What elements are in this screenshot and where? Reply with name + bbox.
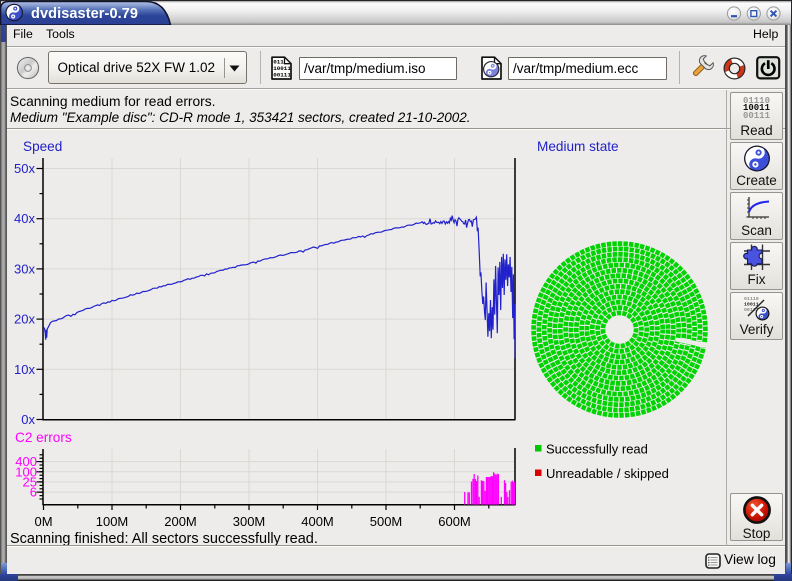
svg-text:0M: 0M [34, 514, 52, 529]
svg-text:300M: 300M [233, 514, 266, 529]
svg-text:6: 6 [30, 485, 37, 500]
svg-text:50x: 50x [14, 161, 35, 176]
svg-text:100M: 100M [96, 514, 129, 529]
svg-text:400M: 400M [301, 514, 334, 529]
svg-text:Successfully read: Successfully read [546, 442, 648, 457]
svg-text:20x: 20x [14, 312, 35, 327]
svg-text:Speed: Speed [23, 139, 62, 154]
svg-text:01110: 01110 [744, 296, 759, 302]
svg-text:0x: 0x [21, 412, 35, 427]
svg-text:10x: 10x [14, 362, 35, 377]
svg-text:Unreadable / skipped: Unreadable / skipped [546, 466, 669, 481]
svg-text:600M: 600M [438, 514, 471, 529]
svg-text:Medium state: Medium state [537, 139, 619, 154]
svg-text:200M: 200M [164, 514, 197, 529]
svg-text:30x: 30x [14, 261, 35, 276]
svg-text:C2 errors: C2 errors [15, 430, 72, 445]
svg-text:500M: 500M [370, 514, 403, 529]
svg-text:40x: 40x [14, 211, 35, 226]
